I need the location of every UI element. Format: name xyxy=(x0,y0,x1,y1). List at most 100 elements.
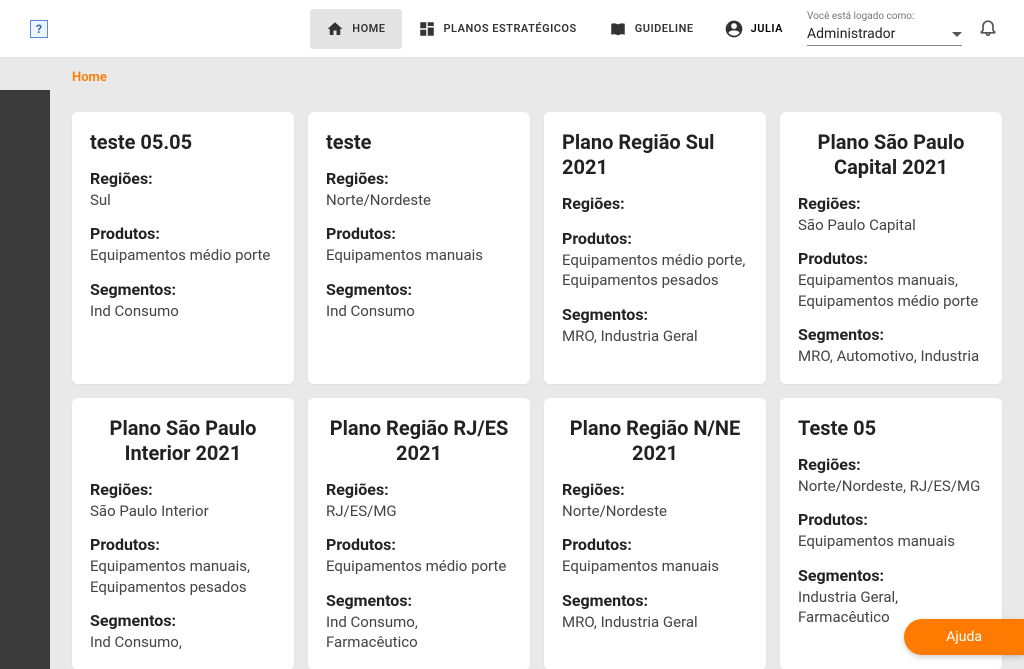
field-value: Norte/Nordeste, RJ/ES/MG xyxy=(798,476,984,496)
field-label: Regiões: xyxy=(90,169,276,188)
card-field-produtos: Produtos: Equipamentos médio porte, Equip… xyxy=(562,229,748,291)
topbar: ? HOME PLANOS ESTRATÉGICOS GUIDELINE JUL… xyxy=(0,0,1024,58)
field-value: Norte/Nordeste xyxy=(326,190,512,210)
bell-icon xyxy=(978,17,998,37)
field-value: Ind Consumo, xyxy=(90,632,276,652)
card-field-segmentos: Segmentos: MRO, Automotivo, Industria xyxy=(798,325,984,366)
nav-planos-label: PLANOS ESTRATÉGICOS xyxy=(444,22,577,35)
field-value: Equipamentos médio porte xyxy=(90,245,276,265)
field-label: Produtos: xyxy=(90,224,276,243)
card-title: Plano São Paulo Interior 2021 xyxy=(90,416,276,466)
field-label: Produtos: xyxy=(326,535,512,554)
field-label: Segmentos: xyxy=(798,325,984,344)
role-select[interactable]: Administrador xyxy=(807,23,962,46)
field-label: Regiões: xyxy=(798,194,984,213)
card-field-segmentos: Segmentos: Ind Consumo, Farmacêutico xyxy=(326,591,512,653)
card-field-segmentos: Segmentos:MRO, Industria Geral xyxy=(562,305,748,346)
field-label: Regiões: xyxy=(326,169,512,188)
plan-card[interactable]: Plano São Paulo Capital 2021 Regiões: São … xyxy=(780,112,1002,384)
plan-card[interactable]: teste 05.05 Regiões: Sul Produtos: Equipamen… xyxy=(72,112,294,384)
card-field-regioes: Regiões: Norte/Nordeste, RJ/ES/MG xyxy=(798,455,984,496)
card-field-segmentos: Segmentos:Ind Consumo xyxy=(326,280,512,321)
card-field-produtos: Produtos: Equipamentos manuais xyxy=(326,224,512,265)
field-label: Produtos: xyxy=(90,535,276,554)
field-label: Regiões: xyxy=(326,480,512,499)
field-label: Regiões: xyxy=(798,455,984,474)
field-label: Regiões: xyxy=(562,480,748,499)
notifications-button[interactable] xyxy=(972,17,1004,41)
field-label: Produtos: xyxy=(798,510,984,529)
card-field-segmentos: Segmentos:MRO, Industria Geral xyxy=(562,591,748,632)
field-label: Produtos: xyxy=(562,229,748,248)
field-value: Equipamentos manuais, Equipamentos pesad… xyxy=(90,556,276,597)
field-value: Equipamentos manuais xyxy=(326,245,512,265)
card-field-produtos: Produtos: Equipamentos médio porte xyxy=(326,535,512,576)
card-field-segmentos: Segmentos: Ind Consumo, xyxy=(90,611,276,652)
card-field-produtos: Produtos: Equipamentos manuais xyxy=(562,535,748,576)
nav-home[interactable]: HOME xyxy=(310,9,401,49)
content: teste 05.05 Regiões: Sul Produtos: Equipamen… xyxy=(50,90,1024,669)
field-value: RJ/ES/MG xyxy=(326,501,512,521)
field-value: São Paulo Capital xyxy=(798,215,984,235)
field-value: São Paulo Interior xyxy=(90,501,276,521)
user-menu[interactable]: JULIA xyxy=(710,19,797,39)
field-value: Ind Consumo, Farmacêutico xyxy=(326,612,512,653)
plan-card[interactable]: Plano Região Sul 2021 Regiões: Produtos: Eq… xyxy=(544,112,766,384)
nav-planos[interactable]: PLANOS ESTRATÉGICOS xyxy=(402,9,593,49)
field-value: Equipamentos manuais xyxy=(562,556,748,576)
card-field-segmentos: Segmentos: Ind Consumo xyxy=(90,280,276,321)
card-title: Plano São Paulo Capital 2021 xyxy=(798,130,984,180)
card-field-regioes: Regiões: RJ/ES/MG xyxy=(326,480,512,521)
field-label: Segmentos: xyxy=(326,591,512,610)
breadcrumb-home[interactable]: Home xyxy=(72,70,107,85)
field-label: Produtos: xyxy=(326,224,512,243)
card-title: Teste 05 xyxy=(798,416,984,441)
field-label: Produtos: xyxy=(798,249,984,268)
field-value: Equipamentos manuais xyxy=(798,531,984,551)
card-field-produtos: Produtos: Equipamentos manuais, Equipamen… xyxy=(90,535,276,597)
card-title: teste xyxy=(326,130,512,155)
plan-card[interactable]: teste Regiões: Norte/Nordeste Produtos: Equi… xyxy=(308,112,530,384)
card-title: teste 05.05 xyxy=(90,130,276,155)
book-icon xyxy=(609,20,627,38)
field-label: Segmentos: xyxy=(798,566,984,585)
field-value: Ind Consumo xyxy=(90,301,276,321)
sidebar xyxy=(0,90,50,669)
card-field-produtos: Produtos: Equipamentos manuais xyxy=(798,510,984,551)
nav-guideline[interactable]: GUIDELINE xyxy=(593,9,710,49)
card-field-produtos: Produtos: Equipamentos médio porte xyxy=(90,224,276,265)
role-value: Administrador xyxy=(807,26,895,42)
role-selector[interactable]: Você está logado como: Administrador xyxy=(797,11,972,46)
field-value: Sul xyxy=(90,190,276,210)
field-label: Segmentos: xyxy=(562,305,748,324)
main-layout: teste 05.05 Regiões: Sul Produtos: Equipamen… xyxy=(0,90,1024,669)
field-value: Equipamentos médio porte xyxy=(326,556,512,576)
field-value: Equipamentos médio porte, Equipamentos p… xyxy=(562,250,748,291)
field-label: Segmentos: xyxy=(90,611,276,630)
card-field-regioes: Regiões: São Paulo Capital xyxy=(798,194,984,235)
card-field-regioes: Regiões: Norte/Nordeste xyxy=(562,480,748,521)
field-label: Segmentos: xyxy=(326,280,512,299)
plan-card[interactable]: Plano Região RJ/ES 2021 Regiões: RJ/ES/MG P… xyxy=(308,398,530,669)
nav-guideline-label: GUIDELINE xyxy=(635,22,694,35)
user-icon xyxy=(724,19,744,39)
user-name: JULIA xyxy=(751,22,783,35)
logo-icon: ? xyxy=(30,20,48,38)
field-label: Produtos: xyxy=(562,535,748,554)
plan-card[interactable]: Plano São Paulo Interior 2021 Regiões: São… xyxy=(72,398,294,669)
card-field-produtos: Produtos: Equipamentos manuais, Equipamen… xyxy=(798,249,984,311)
field-label: Segmentos: xyxy=(90,280,276,299)
field-value: Equipamentos manuais, Equipamentos médio… xyxy=(798,270,984,311)
field-label: Regiões: xyxy=(90,480,276,499)
card-field-segmentos: Segmentos:Industria Geral, Farmacêutico xyxy=(798,566,984,628)
card-title: Plano Região Sul 2021 xyxy=(562,130,748,180)
field-value: Norte/Nordeste xyxy=(562,501,748,521)
card-title: Plano Região RJ/ES 2021 xyxy=(326,416,512,466)
field-label: Regiões: xyxy=(562,194,748,213)
plan-card[interactable]: Plano Região N/NE 2021Regiões:Norte/Nord… xyxy=(544,398,766,669)
help-button[interactable]: Ajuda xyxy=(904,619,1024,655)
home-icon xyxy=(326,20,344,38)
field-label: Segmentos: xyxy=(562,591,748,610)
card-field-regioes: Regiões: Norte/Nordeste xyxy=(326,169,512,210)
field-value: MRO, Automotivo, Industria xyxy=(798,346,984,366)
